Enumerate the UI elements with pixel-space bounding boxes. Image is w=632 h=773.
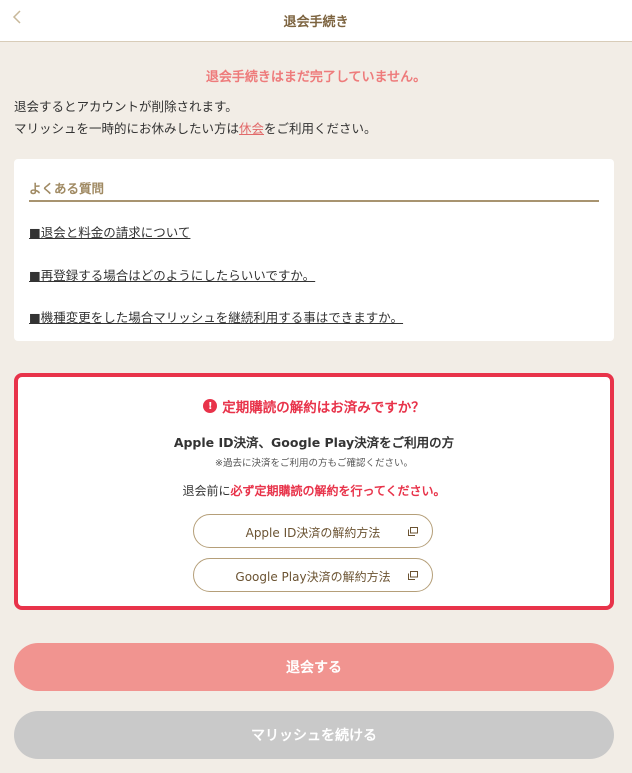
- exclamation-circle-icon: !: [203, 399, 218, 413]
- subscription-title-row: ! 定期購読の解約はお済みですか？: [18, 396, 610, 416]
- instruction-prefix: 退会前に: [182, 484, 231, 498]
- incomplete-warning: 退会手続きはまだ完了していません。: [205, 70, 427, 85]
- apple-id-cancel-button[interactable]: Apple ID決済の解約方法: [193, 514, 433, 548]
- external-window-icon: [408, 527, 418, 536]
- google-play-cancel-label: Google Play決済の解約方法: [235, 570, 391, 584]
- subscription-instruction: 退会前に必ず定期購読の解約を行ってください。: [18, 482, 610, 499]
- header-bar: 退会手続き: [0, 0, 632, 42]
- faq-card: よくある質問 ■退会と料金の請求について ■再登録する場合はどのようにしたらいい…: [14, 159, 614, 341]
- faq-link-reregister[interactable]: ■再登録する場合はどのようにしたらいいですか。: [29, 265, 315, 284]
- google-play-cancel-button[interactable]: Google Play決済の解約方法: [193, 558, 433, 592]
- notice-line-2-prefix: マリッシュを一時的にお休みしたい方は: [14, 121, 240, 136]
- external-window-icon: [408, 571, 418, 580]
- notice-line-1: 退会するとアカウントが削除されます。: [14, 99, 238, 114]
- subscription-target: Apple ID決済、Google Play決済をご利用の方: [173, 435, 455, 450]
- faq-divider: [29, 200, 599, 202]
- withdraw-button[interactable]: 退会する: [14, 643, 614, 691]
- instruction-emphasis: 必ず定期購読の解約を行ってください。: [230, 484, 446, 498]
- apple-id-cancel-label: Apple ID決済の解約方法: [245, 526, 381, 540]
- faq-link-device-change[interactable]: ■機種変更をした場合マリッシュを継続利用する事はできますか。: [29, 307, 403, 326]
- pause-link[interactable]: 休会: [239, 121, 264, 136]
- subscription-title: 定期購読の解約はお済みですか？: [222, 400, 425, 416]
- notice-line-2-suffix: をご利用ください。: [264, 121, 377, 136]
- subscription-note: ※過去に決済をご利用の方もご確認ください。: [215, 458, 413, 469]
- page-title: 退会手続き: [283, 15, 349, 30]
- withdrawal-notice: 退会するとアカウントが削除されます。 マリッシュを一時的にお休みしたい方は休会を…: [14, 96, 377, 140]
- subscription-alert-box: ! 定期購読の解約はお済みですか？ Apple ID決済、Google Play…: [14, 373, 614, 610]
- faq-heading: よくある質問: [29, 181, 105, 196]
- continue-button[interactable]: マリッシュを続ける: [14, 711, 614, 759]
- notice-line-2: マリッシュを一時的にお休みしたい方は休会をご利用ください。: [14, 118, 377, 140]
- faq-link-billing[interactable]: ■退会と料金の請求について: [29, 222, 190, 241]
